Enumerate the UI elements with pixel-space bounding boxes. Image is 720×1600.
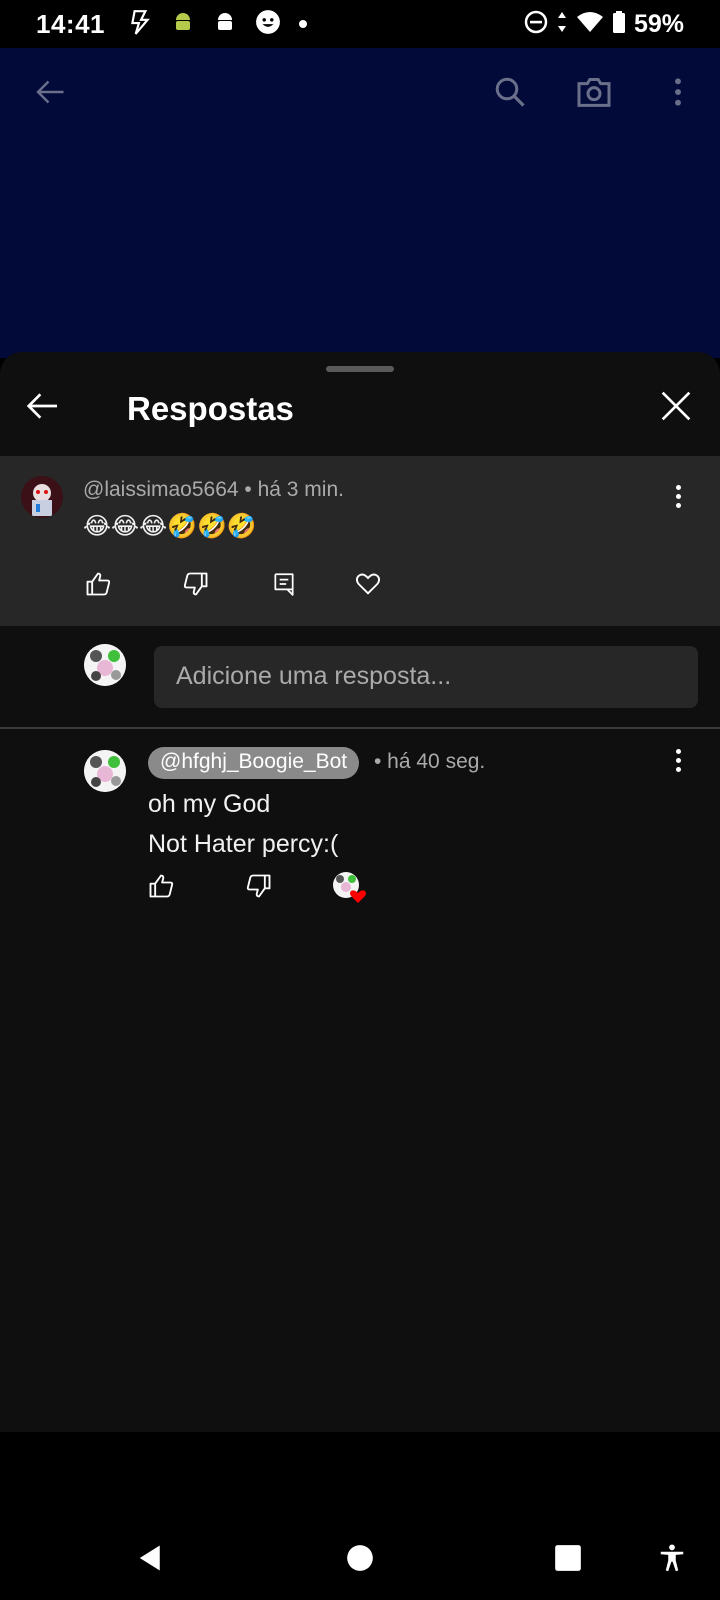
creator-heart-icon bbox=[330, 868, 370, 908]
search-icon[interactable] bbox=[486, 68, 534, 116]
sheet-header: Respostas bbox=[0, 372, 720, 448]
status-time: 14:41 bbox=[36, 8, 105, 39]
divider bbox=[0, 727, 720, 729]
reply-input[interactable]: Adicione uma resposta... bbox=[154, 646, 698, 708]
back-arrow-icon[interactable] bbox=[22, 386, 66, 430]
heart-icon[interactable] bbox=[350, 566, 386, 602]
system-nav-bar bbox=[0, 1516, 720, 1600]
sheet-title: Respostas bbox=[127, 390, 294, 427]
bottom-strip bbox=[0, 1432, 720, 1516]
nav-recents-icon[interactable] bbox=[548, 1538, 588, 1578]
reply-icon[interactable] bbox=[266, 566, 302, 602]
battery-percent: 59% bbox=[633, 9, 684, 38]
wifi-icon bbox=[576, 10, 604, 39]
avatar bbox=[84, 644, 126, 686]
reply-time: • há 40 seg. bbox=[374, 750, 486, 773]
avatar[interactable] bbox=[84, 750, 126, 792]
dislike-icon[interactable] bbox=[178, 566, 214, 602]
avatar[interactable] bbox=[21, 476, 63, 518]
parent-comment: @laissimao5664 • há 3 min. 😂😂😂🤣🤣🤣 bbox=[0, 456, 720, 626]
flash-icon bbox=[127, 9, 153, 40]
do-not-disturb-icon bbox=[524, 10, 548, 39]
like-icon[interactable] bbox=[80, 566, 116, 602]
comment-time: • há 3 min. bbox=[244, 478, 344, 501]
nav-home-icon[interactable] bbox=[340, 1538, 380, 1578]
comment-text: 😂😂😂🤣🤣🤣 bbox=[83, 512, 257, 540]
reply-author-chip[interactable]: @hfghj_Boogie_Bot bbox=[148, 747, 360, 779]
like-icon[interactable] bbox=[143, 868, 179, 904]
app-bar bbox=[0, 48, 720, 358]
comment-meta: @laissimao5664 • há 3 min. bbox=[83, 478, 344, 502]
dislike-icon[interactable] bbox=[241, 868, 277, 904]
notification-dot-icon bbox=[299, 20, 307, 28]
close-icon[interactable] bbox=[656, 386, 696, 430]
more-vert-icon[interactable] bbox=[666, 742, 690, 778]
android-icon bbox=[213, 10, 237, 39]
camera-icon[interactable] bbox=[570, 68, 618, 116]
reply-text-line: oh my God bbox=[148, 790, 271, 818]
more-vert-icon[interactable] bbox=[666, 478, 690, 514]
data-arrows-icon bbox=[556, 10, 568, 39]
nav-back-icon[interactable] bbox=[131, 1538, 171, 1578]
comment-author[interactable]: @laissimao5664 bbox=[83, 478, 239, 501]
more-vert-icon[interactable] bbox=[654, 68, 702, 116]
replies-sheet: Respostas @laissimao5664 • há 3 min. 😂😂😂… bbox=[0, 352, 720, 1432]
back-arrow-icon[interactable] bbox=[26, 68, 74, 116]
status-bar: 14:41 59% bbox=[0, 0, 720, 48]
android-debug-icon bbox=[171, 10, 195, 39]
battery-icon bbox=[612, 10, 626, 39]
reply-text-line: Not Hater percy:( bbox=[148, 830, 339, 858]
accessibility-icon[interactable] bbox=[652, 1538, 692, 1578]
smiley-icon bbox=[255, 9, 281, 40]
